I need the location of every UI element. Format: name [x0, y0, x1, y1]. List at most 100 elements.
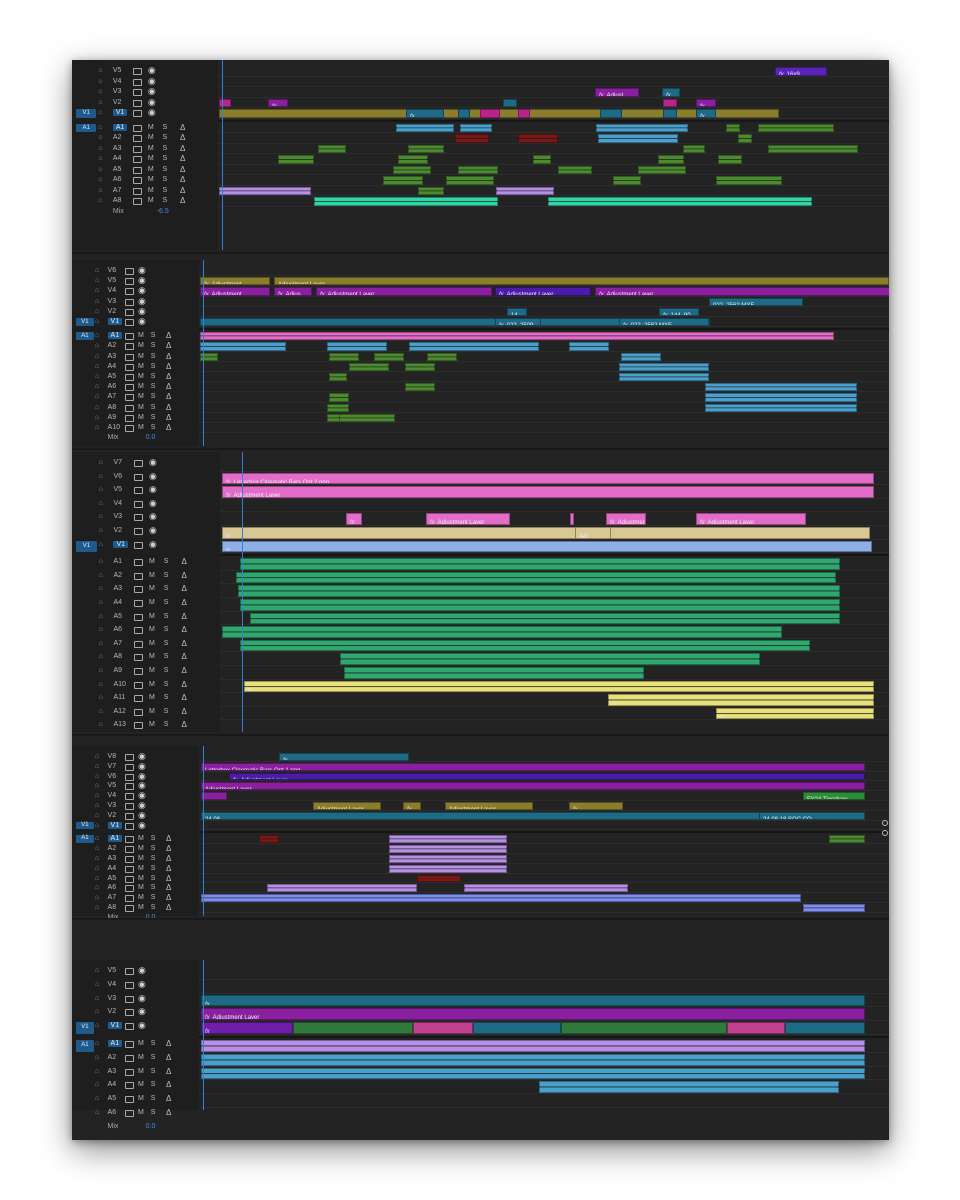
- eye-icon[interactable]: ◉: [138, 993, 146, 1003]
- track-label-a7[interactable]: A7: [108, 393, 117, 400]
- sync-lock-icon[interactable]: [125, 333, 135, 341]
- video-clip[interactable]: [293, 1022, 413, 1034]
- video-clip[interactable]: [503, 98, 517, 107]
- audio-clip[interactable]: [267, 884, 417, 893]
- lock-icon[interactable]: ⌂: [95, 865, 99, 872]
- film-icon[interactable]: [133, 89, 143, 96]
- mute-button[interactable]: M: [149, 613, 155, 620]
- video-clip[interactable]: fx 022_2509...: [495, 318, 541, 327]
- film-icon[interactable]: [125, 1009, 135, 1017]
- track-label-v1[interactable]: V1: [113, 540, 128, 548]
- lock-icon[interactable]: ⌂: [95, 835, 99, 842]
- lock-icon[interactable]: ⌂: [95, 967, 99, 974]
- track-label-a4[interactable]: A4: [108, 1081, 117, 1088]
- sync-lock-icon[interactable]: [125, 1096, 135, 1104]
- mute-button[interactable]: M: [138, 1054, 144, 1061]
- audio-clip[interactable]: [327, 342, 387, 351]
- sync-lock-icon[interactable]: [134, 681, 144, 689]
- mic-icon[interactable]: Δ: [166, 362, 171, 371]
- zoom-handle[interactable]: [882, 830, 888, 836]
- video-clip[interactable]: fx: [403, 802, 421, 810]
- mute-button[interactable]: M: [149, 558, 155, 565]
- video-clip[interactable]: fx: [662, 88, 680, 97]
- film-icon[interactable]: [134, 541, 144, 549]
- audio-clip[interactable]: [349, 362, 389, 371]
- video-clip[interactable]: fx: [268, 98, 288, 107]
- mute-button[interactable]: M: [149, 694, 155, 701]
- mic-icon[interactable]: Δ: [166, 874, 171, 883]
- sync-lock-icon[interactable]: [125, 1041, 135, 1048]
- solo-button[interactable]: S: [163, 197, 168, 204]
- audio-clip[interactable]: [329, 352, 359, 361]
- lock-icon[interactable]: ⌂: [95, 875, 99, 882]
- lock-icon[interactable]: ⌂: [95, 904, 99, 911]
- mute-button[interactable]: M: [149, 653, 155, 660]
- mic-icon[interactable]: Δ: [166, 352, 171, 361]
- audio-clip[interactable]: [318, 144, 346, 153]
- mic-icon[interactable]: Δ: [182, 680, 187, 689]
- source-patch-a1[interactable]: A1: [76, 123, 97, 132]
- mute-button[interactable]: M: [138, 373, 144, 380]
- lock-icon[interactable]: ⌂: [98, 88, 102, 95]
- mute-button[interactable]: M: [138, 1109, 144, 1116]
- eye-icon[interactable]: ◉: [148, 97, 156, 107]
- solo-button[interactable]: S: [163, 176, 168, 183]
- video-clip[interactable]: fx: [696, 109, 716, 118]
- audio-clip[interactable]: [250, 612, 840, 625]
- film-icon[interactable]: [125, 822, 135, 830]
- lock-icon[interactable]: ⌂: [98, 124, 102, 131]
- track-label-a2[interactable]: A2: [108, 1054, 117, 1061]
- lock-icon[interactable]: ⌂: [99, 500, 103, 507]
- lock-icon[interactable]: ⌂: [99, 599, 103, 606]
- lock-icon[interactable]: ⌂: [99, 473, 103, 480]
- sync-lock-icon[interactable]: [125, 1068, 135, 1076]
- audio-clip[interactable]: [705, 383, 857, 392]
- track-label-v4[interactable]: V4: [108, 792, 117, 799]
- video-clip[interactable]: fxAdjustment Layer: [495, 287, 591, 296]
- mic-icon[interactable]: Δ: [180, 165, 185, 174]
- solo-button[interactable]: S: [151, 373, 156, 380]
- video-clip[interactable]: [518, 109, 530, 118]
- lock-icon[interactable]: ⌂: [98, 109, 102, 116]
- sync-lock-icon[interactable]: [134, 722, 144, 730]
- solo-button[interactable]: S: [151, 904, 156, 911]
- film-icon[interactable]: [133, 78, 143, 86]
- lock-icon[interactable]: ⌂: [95, 308, 99, 315]
- mute-button[interactable]: M: [138, 835, 144, 842]
- track-label-a2[interactable]: A2: [113, 572, 122, 579]
- film-icon[interactable]: [133, 110, 143, 117]
- audio-clip[interactable]: [803, 904, 865, 912]
- audio-clip[interactable]: [558, 165, 592, 174]
- video-clip[interactable]: fx: [201, 1022, 293, 1034]
- lock-icon[interactable]: ⌂: [99, 486, 103, 493]
- sync-lock-icon[interactable]: [134, 572, 144, 580]
- mute-button[interactable]: M: [148, 155, 154, 162]
- eye-icon[interactable]: ◉: [149, 539, 157, 549]
- eye-icon[interactable]: ◉: [138, 752, 146, 761]
- lock-icon[interactable]: ⌂: [98, 155, 102, 162]
- video-clip[interactable]: Letterbox Cinematic Bars Opt 1.png: [201, 762, 865, 771]
- mute-button[interactable]: M: [138, 865, 144, 872]
- lock-icon[interactable]: ⌂: [95, 763, 99, 770]
- mute-button[interactable]: M: [138, 1040, 144, 1047]
- lock-icon[interactable]: ⌂: [99, 558, 103, 565]
- mute-button[interactable]: M: [138, 404, 144, 411]
- audio-clip[interactable]: [596, 123, 688, 132]
- audio-clip[interactable]: [219, 186, 311, 195]
- source-patch-a1[interactable]: A1: [76, 332, 94, 341]
- film-icon[interactable]: [125, 268, 135, 275]
- video-clip[interactable]: 24.08.18 SOC CO ...: [759, 811, 865, 820]
- audio-clip[interactable]: [200, 342, 286, 351]
- lock-icon[interactable]: ⌂: [95, 404, 99, 411]
- track-label-a2[interactable]: A2: [113, 134, 122, 141]
- sync-lock-icon[interactable]: [125, 343, 135, 351]
- film-icon[interactable]: [133, 68, 143, 75]
- eye-icon[interactable]: ◉: [138, 781, 146, 790]
- sync-lock-icon[interactable]: [125, 414, 135, 422]
- audio-clip[interactable]: fx: [716, 707, 874, 720]
- solo-button[interactable]: S: [164, 653, 169, 660]
- eye-icon[interactable]: ◉: [148, 87, 156, 96]
- sync-lock-icon[interactable]: [134, 640, 144, 648]
- audio-clip[interactable]: [533, 155, 551, 164]
- video-clip[interactable]: Adj: [575, 527, 611, 539]
